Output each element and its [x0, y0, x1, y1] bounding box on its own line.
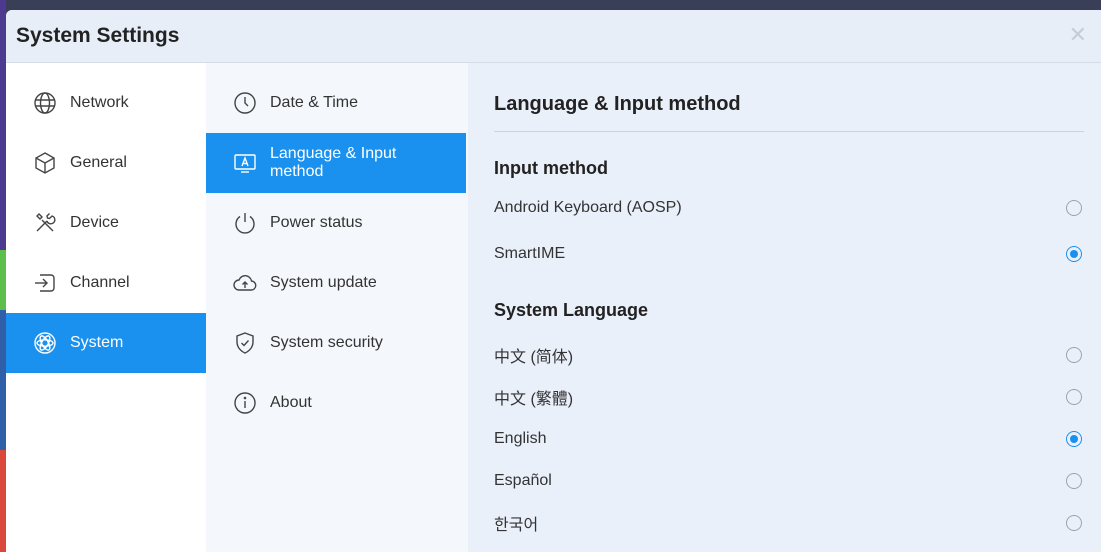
language-input-panel: Language & Input method Input method And…: [468, 63, 1101, 552]
category-system[interactable]: System: [6, 313, 206, 373]
option-korean[interactable]: 한국어: [494, 505, 1084, 541]
section-title-input-method: Input method: [494, 158, 608, 178]
radio-button[interactable]: [1066, 347, 1082, 363]
submenu-power-status[interactable]: Power status: [206, 193, 466, 253]
category-sidebar: Network General Device Channel System: [6, 63, 206, 552]
submenu-language-input[interactable]: Language & Input method: [206, 133, 466, 193]
section-title-system-language: System Language: [494, 300, 649, 320]
option-label: 中文 (繁體): [494, 391, 574, 408]
globe-icon: [32, 90, 58, 116]
category-label: Network: [70, 94, 129, 111]
radio-button[interactable]: [1066, 515, 1082, 531]
option-english[interactable]: English: [494, 421, 1084, 457]
clock-icon: [232, 90, 258, 116]
submenu-label: System update: [270, 274, 377, 291]
category-label: General: [70, 154, 127, 171]
radio-button[interactable]: [1066, 473, 1082, 489]
option-chinese-simplified[interactable]: 中文 (简体): [494, 337, 1084, 373]
option-android-keyboard[interactable]: Android Keyboard (AOSP): [494, 190, 1084, 226]
category-general[interactable]: General: [6, 133, 206, 193]
submenu-label: Language & Input method: [270, 145, 397, 180]
submenu-label: About: [270, 394, 312, 411]
category-label: Device: [70, 214, 119, 231]
window-title: System Settings: [16, 24, 180, 47]
input-source-icon: [32, 270, 58, 296]
submenu-system-security[interactable]: System security: [206, 313, 466, 373]
option-label: SmartIME: [494, 245, 566, 262]
radio-button-selected[interactable]: [1066, 431, 1082, 447]
category-device[interactable]: Device: [6, 193, 206, 253]
category-network[interactable]: Network: [6, 73, 206, 133]
tools-icon: [32, 210, 58, 236]
option-label: 中文 (简体): [494, 349, 574, 366]
option-label: Español: [494, 472, 552, 489]
submenu-label: Date & Time: [270, 94, 359, 111]
panel-title: Language & Input method: [494, 93, 741, 115]
close-icon[interactable]: ✕: [1069, 22, 1087, 48]
radio-button-selected[interactable]: [1066, 246, 1082, 262]
atom-icon: [32, 330, 58, 356]
system-settings-window: System Settings ✕ Network General Device: [6, 10, 1101, 552]
radio-button[interactable]: [1066, 200, 1082, 216]
submenu-label: Power status: [270, 214, 363, 231]
category-channel[interactable]: Channel: [6, 253, 206, 313]
radio-button[interactable]: [1066, 389, 1082, 405]
title-bar: System Settings ✕: [6, 10, 1101, 63]
option-spanish[interactable]: Español: [494, 463, 1084, 499]
shield-check-icon: [232, 330, 258, 356]
submenu-system-update[interactable]: System update: [206, 253, 466, 313]
category-label: Channel: [70, 274, 130, 291]
cube-icon: [32, 150, 58, 176]
power-icon: [232, 210, 258, 236]
divider: [494, 131, 1084, 132]
category-label: System: [70, 334, 124, 351]
info-icon: [232, 390, 258, 416]
option-label: Android Keyboard (AOSP): [494, 199, 682, 216]
system-submenu: Date & Time Language & Input method Powe…: [206, 63, 468, 552]
option-label: 한국어: [494, 517, 539, 534]
option-smartime[interactable]: SmartIME: [494, 236, 1084, 272]
submenu-date-time[interactable]: Date & Time: [206, 73, 466, 133]
option-chinese-traditional[interactable]: 中文 (繁體): [494, 379, 1084, 415]
option-label: English: [494, 430, 547, 447]
submenu-about[interactable]: About: [206, 373, 466, 433]
submenu-label: System security: [270, 334, 383, 351]
cloud-upload-icon: [232, 270, 258, 296]
keyboard-a-icon: [232, 150, 258, 176]
